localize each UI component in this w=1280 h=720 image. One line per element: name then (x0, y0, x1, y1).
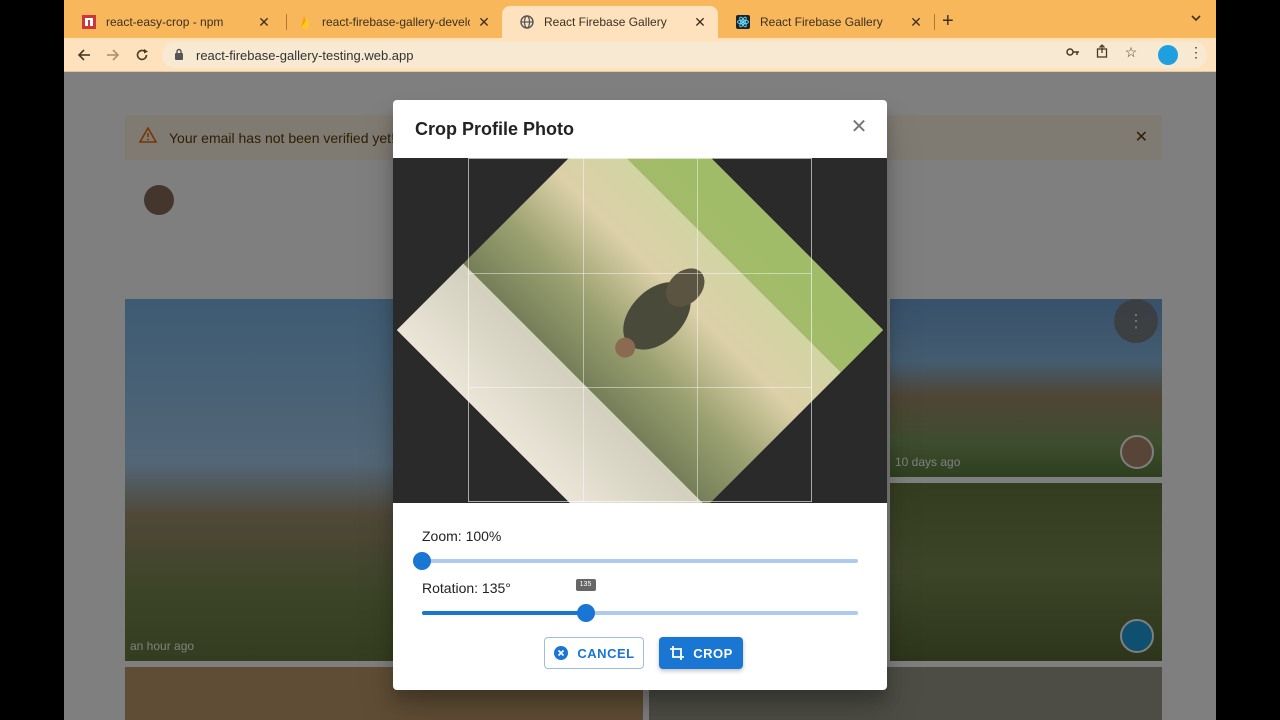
more-vert-icon[interactable]: ⋮ (1186, 44, 1206, 61)
crop-grid-line (583, 159, 584, 501)
address-bar[interactable]: react-firebase-gallery-testing.web.app (162, 42, 1207, 68)
dialog-title: Crop Profile Photo (415, 119, 574, 139)
slider-rail (422, 559, 858, 563)
close-icon[interactable]: ✕ (908, 14, 924, 31)
crop-dialog: Crop Profile Photo ✕ Zoom: 100% Rotation… (393, 100, 887, 690)
tab-label: react-firebase-gallery-develop (322, 15, 470, 29)
tab-label: React Firebase Gallery (544, 15, 667, 29)
crop-label: CROP (693, 645, 733, 661)
star-icon[interactable]: ☆ (1121, 44, 1141, 61)
tab-gallery-active[interactable]: React Firebase Gallery ✕ (502, 6, 718, 38)
crop-grid-line (697, 159, 698, 501)
react-icon (736, 15, 750, 29)
tab-npm[interactable]: react-easy-crop - npm ✕ (64, 6, 282, 38)
key-icon[interactable] (1063, 44, 1083, 60)
share-icon[interactable] (1092, 44, 1112, 61)
lock-icon (174, 48, 188, 63)
tab-strip: react-easy-crop - npm ✕ react-firebase-g… (64, 0, 1216, 38)
chevron-down-icon[interactable] (1190, 12, 1202, 27)
cancel-button[interactable]: CANCEL (544, 637, 644, 669)
close-icon[interactable]: ✕ (692, 14, 708, 31)
tab-label: React Firebase Gallery (760, 15, 883, 29)
rotation-label: Rotation: 135° (422, 580, 511, 596)
back-icon[interactable] (73, 44, 95, 66)
tab-firebase[interactable]: react-firebase-gallery-develop ✕ (280, 6, 502, 38)
close-icon[interactable]: ✕ (847, 114, 871, 139)
url-text: react-firebase-gallery-testing.web.app (196, 47, 414, 63)
forward-icon[interactable] (102, 44, 124, 66)
globe-icon (520, 15, 534, 29)
cancel-icon (553, 645, 569, 661)
slider-thumb[interactable] (413, 552, 431, 570)
close-icon[interactable]: ✕ (476, 14, 492, 31)
close-icon[interactable]: ✕ (256, 14, 272, 31)
crop-grid-line (469, 387, 811, 388)
tab-gallery[interactable]: React Firebase Gallery ✕ (718, 6, 934, 38)
new-tab-icon[interactable]: + (942, 10, 954, 33)
browser-window: react-easy-crop - npm ✕ react-firebase-g… (64, 0, 1216, 720)
npm-icon (82, 15, 96, 29)
tab-divider (934, 14, 935, 30)
zoom-slider[interactable] (413, 551, 858, 571)
crop-grid-line (469, 273, 811, 274)
crop-button[interactable]: CROP (659, 637, 743, 669)
slider-value-label: 135 (575, 579, 596, 591)
avatar[interactable] (1158, 45, 1178, 65)
tab-label: react-easy-crop - npm (106, 15, 224, 29)
crop-area[interactable] (393, 158, 887, 503)
zoom-label: Zoom: 100% (422, 528, 502, 544)
browser-toolbar: react-firebase-gallery-testing.web.app ☆… (64, 38, 1216, 72)
crop-frame[interactable] (468, 158, 812, 502)
slider-thumb[interactable] (576, 604, 595, 622)
crop-icon (669, 645, 685, 661)
slider-track (422, 611, 586, 615)
rotation-slider[interactable]: 135 (422, 579, 858, 623)
firebase-icon (298, 15, 312, 29)
cancel-label: CANCEL (577, 645, 635, 661)
reload-icon[interactable] (131, 44, 153, 66)
